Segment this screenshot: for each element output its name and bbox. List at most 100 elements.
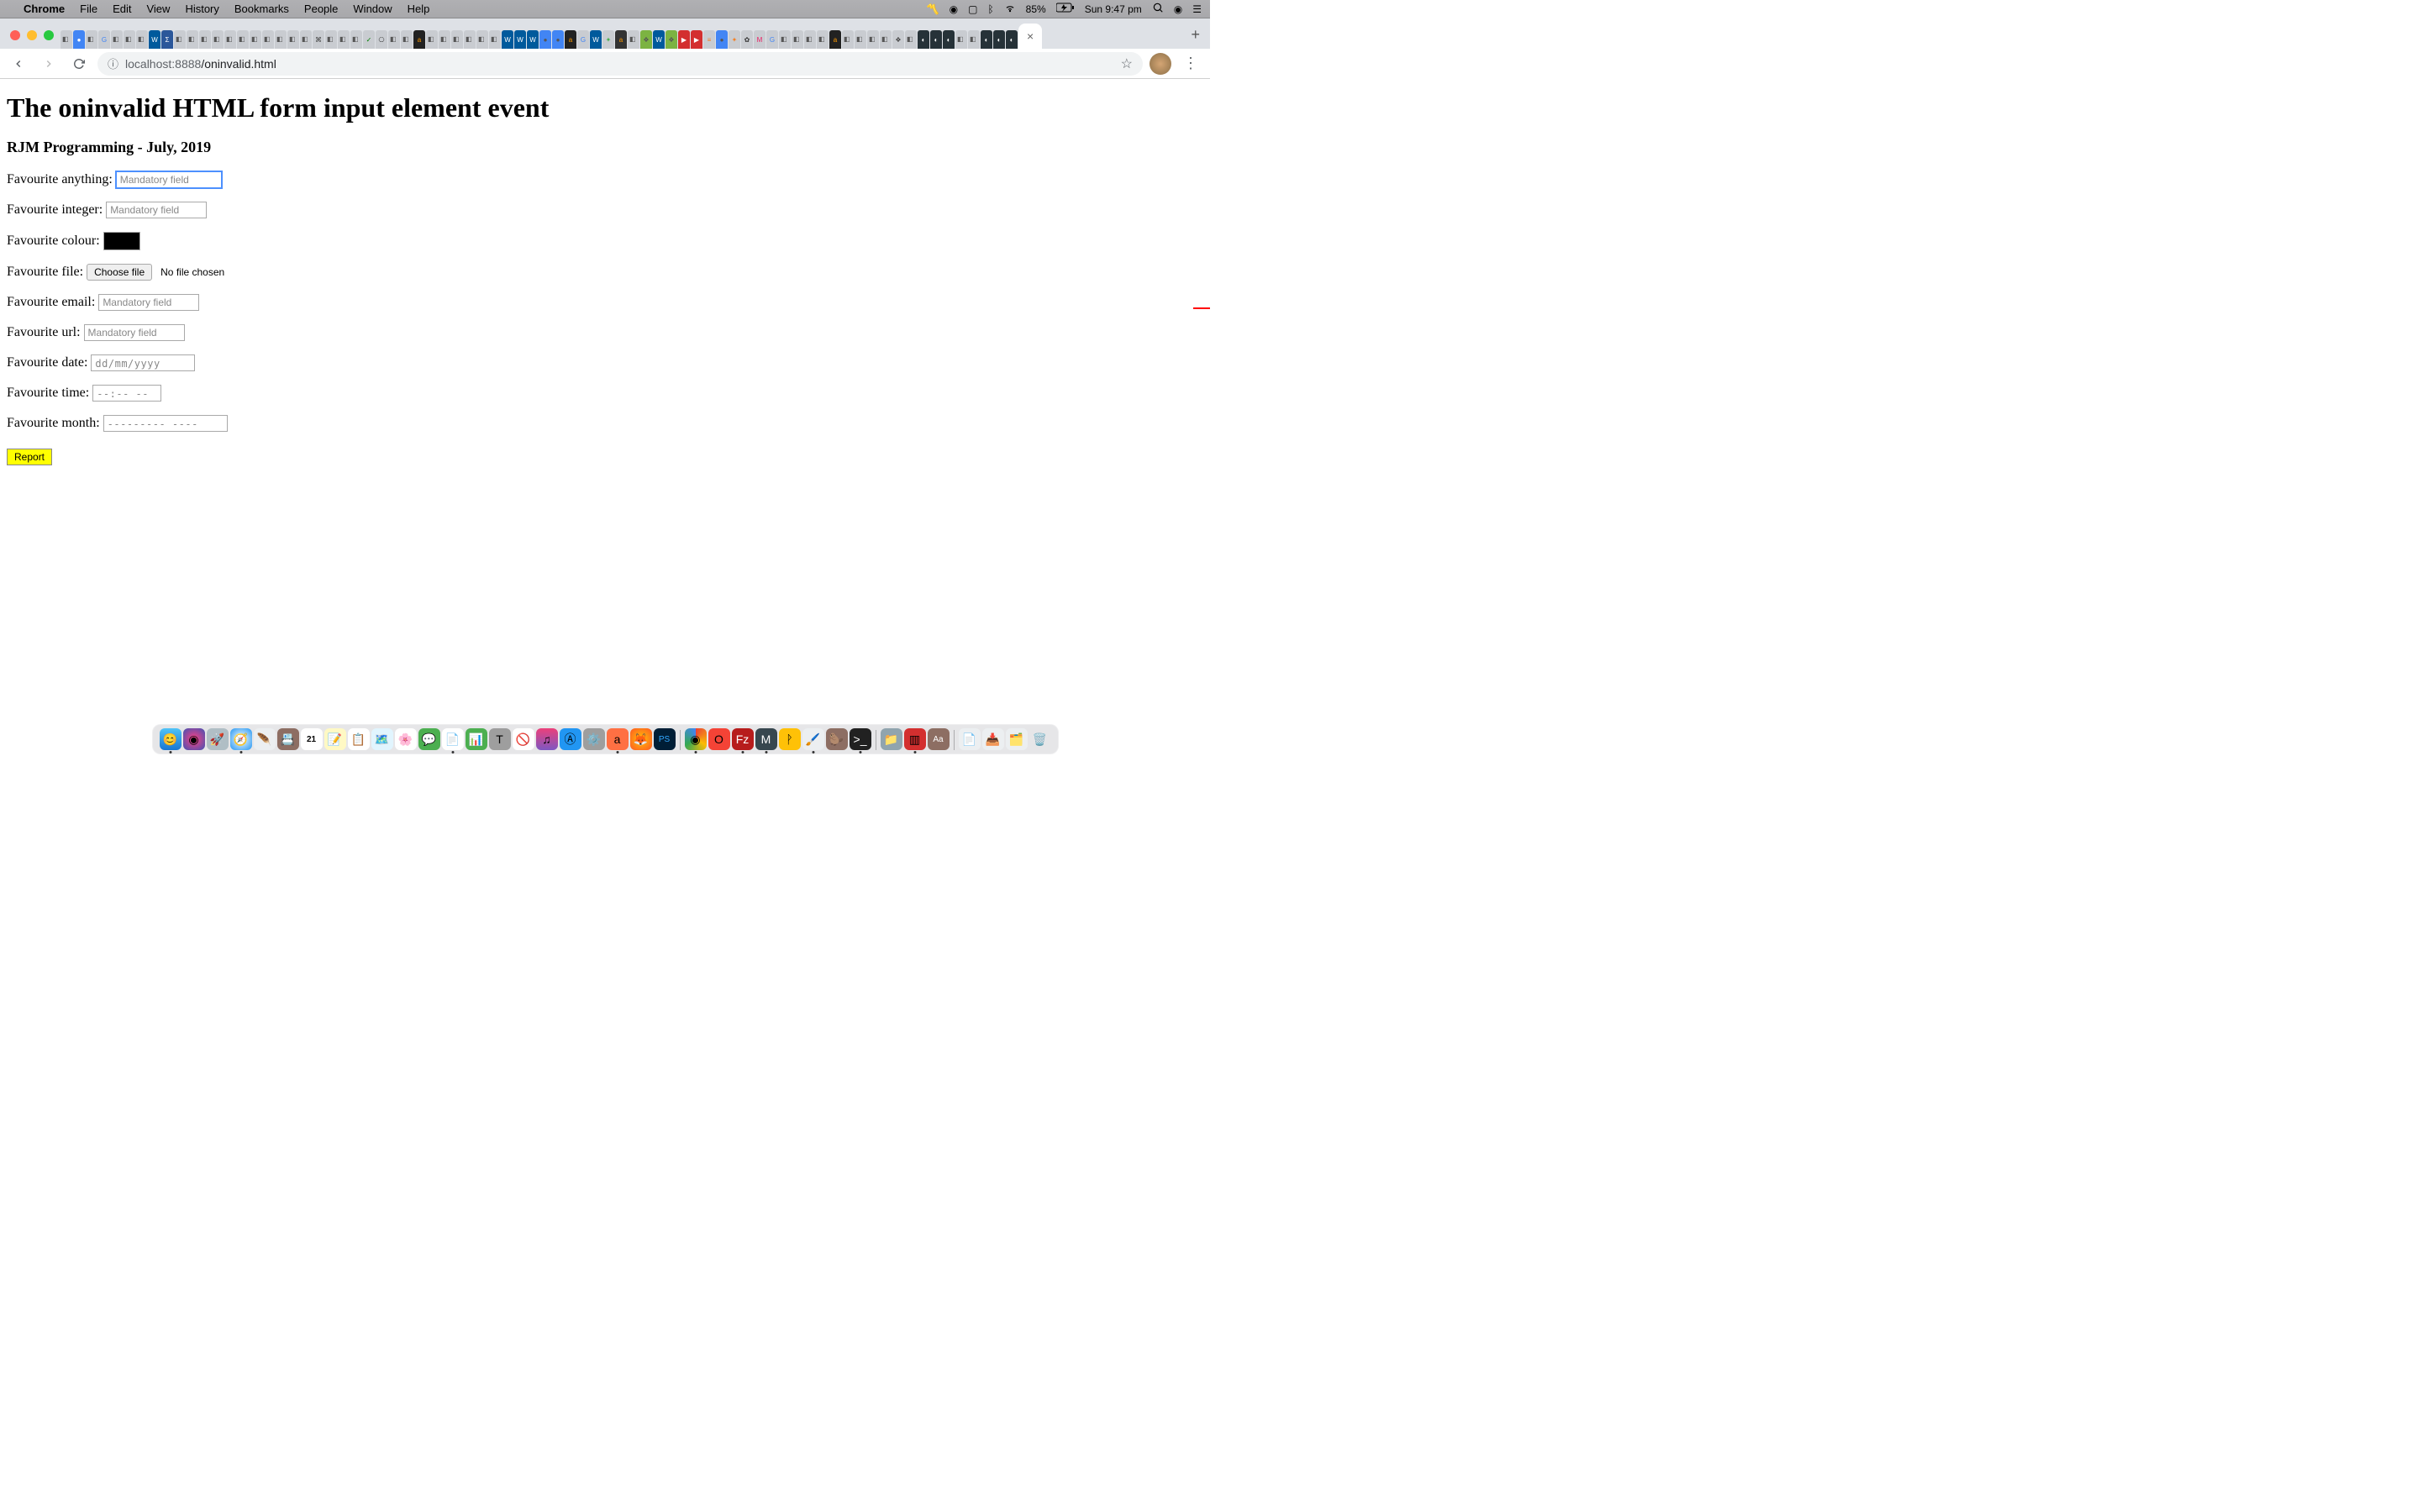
dock-fontbook[interactable]: T [489,728,511,750]
address-bar[interactable]: ⓘ localhost:8888/oninvalid.html ☆ [97,52,1143,76]
tab-pinned[interactable]: ◧ [199,30,211,49]
tab-pinned[interactable]: ◧ [968,30,980,49]
tab-pinned[interactable]: ⎔ [376,30,387,49]
dock-chrome[interactable]: ◉ [685,728,707,750]
dock-calendar[interactable]: 21 [301,728,323,750]
tab-pinned[interactable]: ◧ [136,30,148,49]
dock-firefox[interactable]: 🦊 [630,728,652,750]
colour-input[interactable] [103,232,140,250]
tab-pinned[interactable]: ● [539,30,551,49]
tab-pinned[interactable]: W [514,30,526,49]
tab-pinned[interactable]: ✓ [363,30,375,49]
menubar-avast-icon[interactable]: ◉ [950,3,958,15]
dock-opera[interactable]: O [708,728,730,750]
siri-icon[interactable]: ◉ [1174,3,1182,15]
dock-downloads[interactable]: 📥 [982,728,1004,750]
tab-pinned[interactable]: ◧ [628,30,639,49]
battery-icon[interactable] [1056,3,1075,15]
tab-pinned[interactable]: ≡ [703,30,715,49]
tab-pinned[interactable]: ◧ [804,30,816,49]
tab-pinned[interactable]: ◐ [993,30,1005,49]
dock-mail[interactable]: 🪶 [254,728,276,750]
dock-finder[interactable]: 😊 [160,728,182,750]
chrome-menu-icon[interactable]: ⋮ [1178,55,1203,72]
tab-pinned[interactable]: ◐ [1006,30,1018,49]
tab-pinned[interactable]: ◧ [792,30,803,49]
notification-center-icon[interactable]: ☰ [1192,3,1202,15]
tab-pinned[interactable]: ◧ [224,30,236,49]
dock-folder[interactable]: 📁 [881,728,902,750]
tab-pinned[interactable]: ◧ [464,30,476,49]
dock-parallels[interactable]: ▥ [904,728,926,750]
tab-pinned[interactable]: ◧ [300,30,312,49]
tab-pinned[interactable]: W [590,30,602,49]
tab-pinned[interactable]: ● [552,30,564,49]
tab-pinned[interactable]: W [653,30,665,49]
dock-vscode[interactable]: ᚹ [779,728,801,750]
tab-pinned[interactable]: ◧ [451,30,463,49]
dock-stack[interactable]: 🗂️ [1006,728,1028,750]
battery-percent[interactable]: 85% [1026,3,1046,15]
tab-pinned[interactable]: ◧ [350,30,362,49]
dock-settings[interactable]: ⚙️ [583,728,605,750]
anything-input[interactable] [116,171,222,188]
dock-safari[interactable]: 🧭 [230,728,252,750]
forward-button[interactable] [37,52,60,76]
month-input[interactable]: --------- ---- [103,415,228,432]
tab-pinned[interactable]: ◧ [111,30,123,49]
window-close-button[interactable] [10,30,20,40]
tab-pinned[interactable]: ◐ [981,30,992,49]
dock-notes[interactable]: 📝 [324,728,346,750]
tab-pinned[interactable]: ◧ [439,30,450,49]
dock-gimp[interactable]: 🦫 [826,728,848,750]
menubar-app-icon[interactable]: 〽️ [927,3,939,15]
tab-pinned[interactable]: ❖ [666,30,677,49]
menu-history[interactable]: History [185,3,218,15]
menu-people[interactable]: People [304,3,338,15]
tab-pinned[interactable]: ✦ [729,30,740,49]
tab-pinned[interactable]: ◧ [880,30,892,49]
background-tabs[interactable]: ◧ ● ◧ G ◧ ◧ ◧ W Σ ◧ ◧ ◧ ◧ ◧ ◧ ◧ ◧ ◧ ◧ ◧ … [60,24,1181,49]
tab-pinned[interactable]: a [829,30,841,49]
dock-mamp[interactable]: M [755,728,777,750]
time-input[interactable]: --:-- -- [92,385,161,402]
tab-pinned[interactable]: M [754,30,765,49]
tab-pinned[interactable]: ◧ [489,30,501,49]
dock-terminal[interactable]: >_ [850,728,871,750]
tab-pinned[interactable]: W [149,30,160,49]
wifi-icon[interactable] [1004,2,1016,16]
dock-noentry[interactable]: 🚫 [513,728,534,750]
dock-textedit[interactable]: 📄 [442,728,464,750]
tab-pinned[interactable]: ◧ [855,30,866,49]
report-button[interactable]: Report [7,449,52,465]
menubar-clock[interactable]: Sun 9:47 pm [1085,3,1142,15]
tab-pinned[interactable]: ● [716,30,728,49]
tab-pinned[interactable]: a [565,30,576,49]
date-input[interactable]: dd/mm/yyyy [91,354,195,371]
dock-itunes[interactable]: ♫ [536,728,558,750]
dock-avast[interactable]: a [607,728,629,750]
tab-pinned[interactable]: ● [73,30,85,49]
tab-pinned[interactable]: ▶ [678,30,690,49]
tab-pinned[interactable]: ◧ [187,30,198,49]
menu-bookmarks[interactable]: Bookmarks [234,3,289,15]
new-tab-button[interactable]: + [1181,26,1210,49]
tab-pinned[interactable]: ◐ [930,30,942,49]
file-choose-button[interactable]: Choose file [87,264,152,281]
bookmark-star-icon[interactable]: ☆ [1121,55,1133,72]
tab-pinned[interactable]: ▶ [691,30,702,49]
integer-input[interactable] [106,202,207,218]
dock-html-file[interactable]: 📄 [959,728,981,750]
tab-pinned[interactable]: ◧ [905,30,917,49]
tab-pinned[interactable]: ◧ [955,30,967,49]
tab-pinned[interactable]: ◧ [867,30,879,49]
dock-siri[interactable]: ◉ [183,728,205,750]
dock-reminders[interactable]: 📋 [348,728,370,750]
tab-pinned[interactable]: ◧ [250,30,261,49]
dock-photos[interactable]: 🌸 [395,728,417,750]
tab-pinned[interactable]: ◧ [338,30,350,49]
dock-filezilla[interactable]: Fz [732,728,754,750]
menu-window[interactable]: Window [353,3,392,15]
tab-pinned[interactable]: ❖ [640,30,652,49]
tab-pinned[interactable]: ◧ [388,30,400,49]
